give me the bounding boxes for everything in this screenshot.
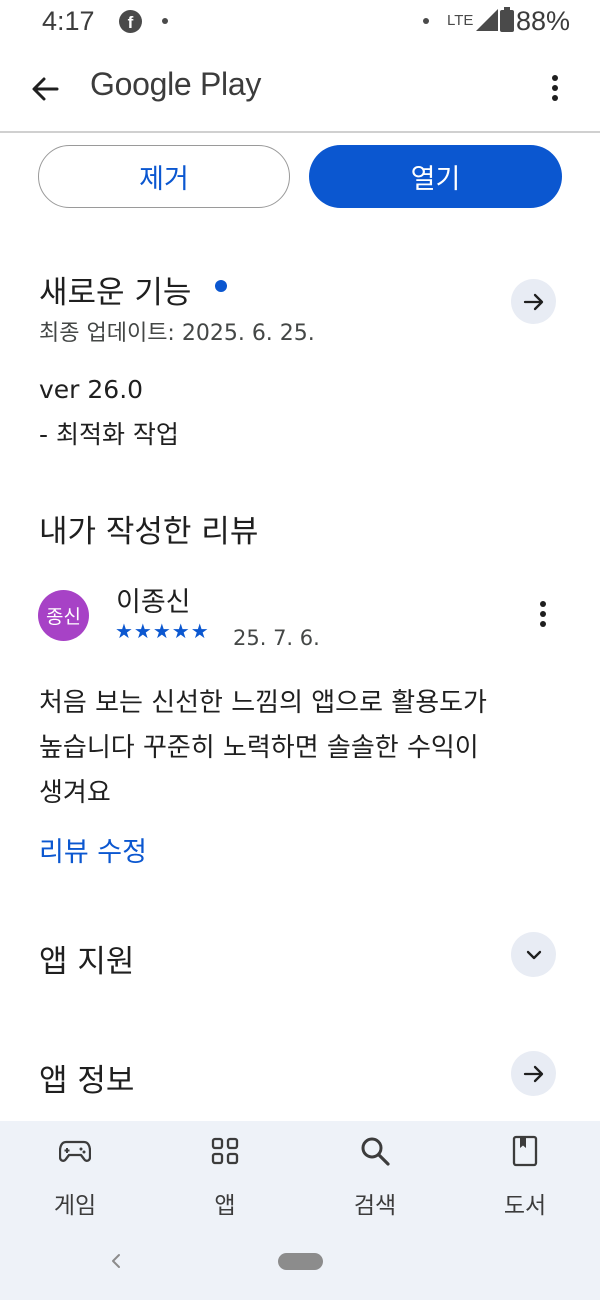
review-date: 25. 7. 6.: [233, 626, 320, 650]
review-text-line: 생겨요: [39, 778, 111, 808]
update-note: - 최적화 작업: [39, 420, 179, 449]
last-updated: 최종 업데이트: 2025. 6. 25.: [39, 321, 315, 346]
review-more-options-icon[interactable]: [537, 600, 549, 630]
open-button-label: 열기: [410, 164, 461, 195]
battery-percent: 88%: [516, 6, 571, 36]
nav-label-games: 게임: [53, 1193, 97, 1219]
book-icon: [512, 1135, 538, 1167]
notification-dot-icon: [162, 18, 168, 24]
review-text-line: 처음 보는 신선한 느낌의 앱으로 활용도가: [39, 688, 487, 718]
home-handle[interactable]: [278, 1253, 323, 1270]
app-bar-title: Google Play: [90, 66, 262, 102]
arrow-right-icon: [523, 293, 543, 310]
chevron-down-icon: [526, 950, 541, 959]
new-indicator-dot: [215, 280, 227, 292]
star-rating: ★★★★★: [115, 619, 210, 643]
remove-button[interactable]: 제거: [38, 145, 290, 208]
back-arrow-icon[interactable]: [30, 74, 60, 104]
facebook-notification-icon: f: [119, 10, 142, 33]
whats-new-title: 새로운 기능: [39, 275, 192, 311]
system-back-icon[interactable]: [109, 1252, 123, 1270]
review-text-line: 높습니다 꾸준히 노력하면 솔솔한 수익이: [39, 733, 479, 763]
avatar: 종신: [38, 590, 89, 641]
edit-review-link[interactable]: 리뷰 수정: [39, 830, 147, 869]
network-type: LTE: [447, 12, 474, 29]
app-support-expand-button[interactable]: [511, 932, 556, 977]
gamepad-icon: [59, 1140, 91, 1162]
remove-button-label: 제거: [139, 164, 189, 195]
notification-dot-icon: [423, 18, 429, 24]
arrow-right-icon: [523, 1065, 543, 1082]
nav-item-games[interactable]: 게임: [25, 1130, 125, 1230]
apps-grid-icon: [211, 1137, 239, 1165]
nav-item-search[interactable]: 검색: [325, 1130, 425, 1230]
app-info-arrow-button[interactable]: [511, 1051, 556, 1096]
status-time: 4:17: [42, 6, 95, 36]
signal-icon: [476, 9, 498, 31]
nav-label-search: 검색: [353, 1193, 397, 1219]
nav-label-books: 도서: [503, 1193, 547, 1219]
app-support-title[interactable]: 앱 지원: [39, 936, 134, 981]
nav-item-apps[interactable]: 앱: [175, 1130, 275, 1230]
more-options-icon[interactable]: [549, 74, 561, 104]
nav-label-apps: 앱: [214, 1193, 236, 1219]
avatar-text: 종신: [46, 606, 81, 628]
my-review-title: 내가 작성한 리뷰: [39, 514, 259, 550]
app-bar-divider: [0, 131, 600, 133]
version-text: ver 26.0: [39, 375, 144, 404]
review-author: 이종신: [116, 587, 191, 618]
app-info-title[interactable]: 앱 정보: [39, 1055, 134, 1100]
whats-new-arrow-button[interactable]: [511, 279, 556, 324]
search-icon: [361, 1137, 390, 1166]
nav-item-books[interactable]: 도서: [475, 1130, 575, 1230]
review-text: 처음 보는 신선한 느낌의 앱으로 활용도가 높습니다 꾸준히 노력하면 솔솔한…: [39, 681, 579, 816]
battery-icon: [500, 7, 514, 32]
open-button[interactable]: 열기: [309, 145, 562, 208]
